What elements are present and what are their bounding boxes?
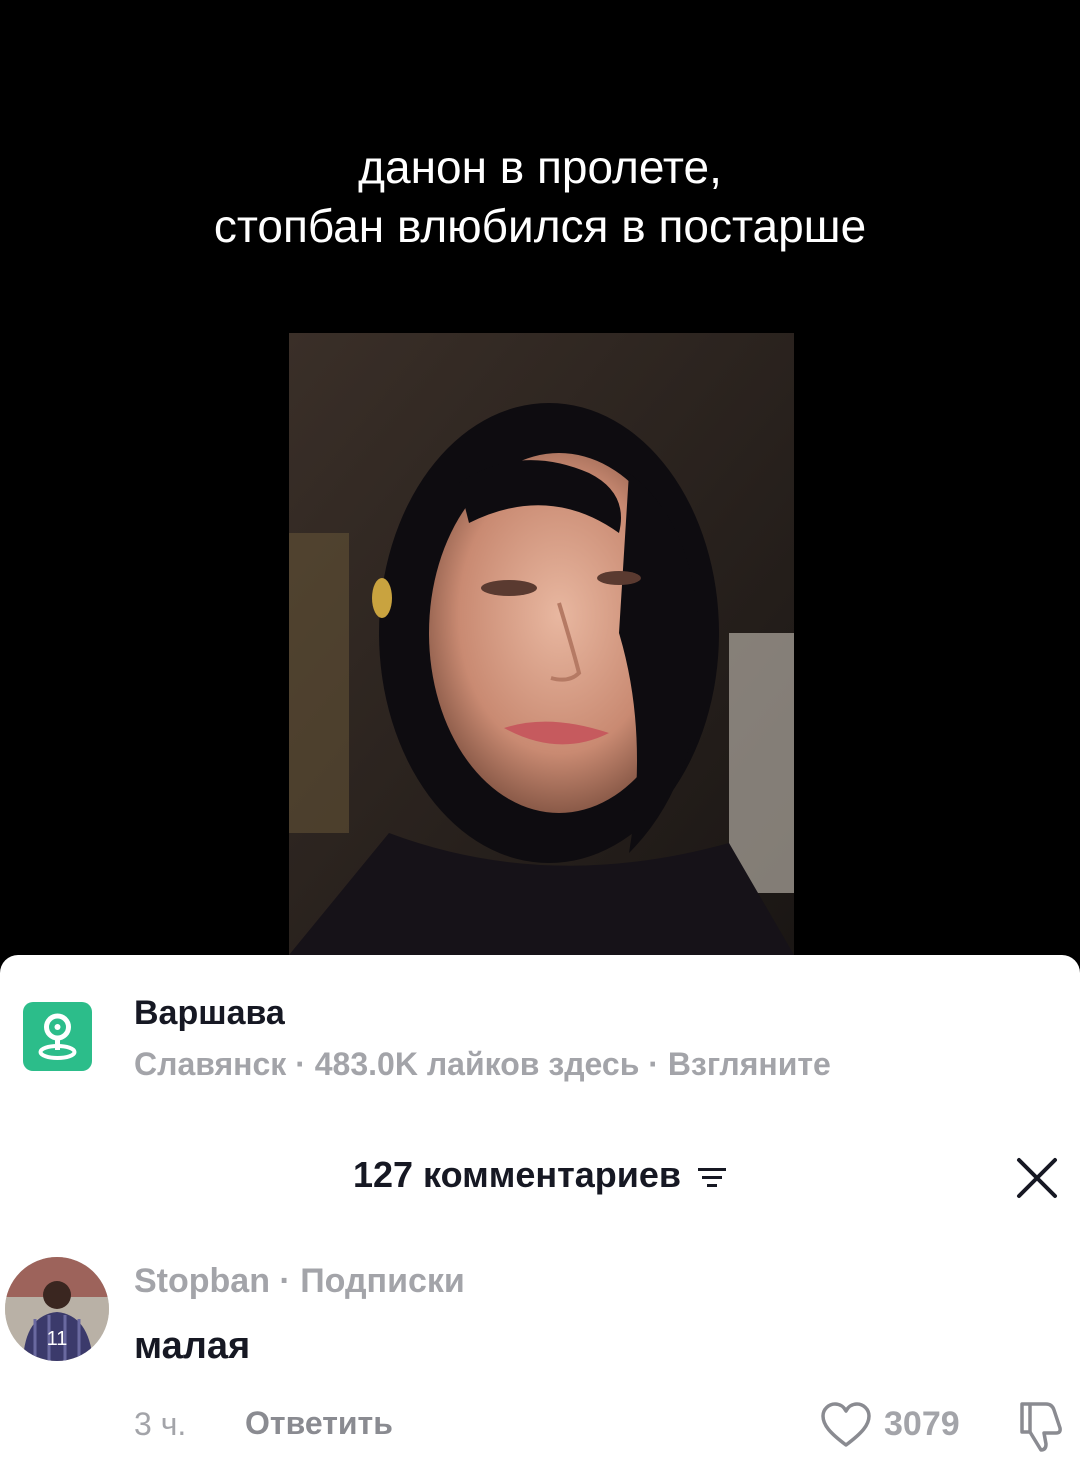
comment-time: 3 ч. [134,1406,187,1442]
location-subtitle[interactable]: Славянск · 483.0K лайков здесь · Взгляни… [134,1046,831,1083]
location-title[interactable]: Варшава [134,994,285,1033]
heart-icon[interactable] [820,1401,872,1449]
video-caption: данон в пролете, стопбан влюбился в пост… [0,138,1080,256]
comments-count-header: 127 комментариев [0,1154,1080,1198]
caption-line-2: стопбан влюбился в постарше [213,200,867,252]
reply-button[interactable]: Ответить [245,1405,393,1442]
comment-text: малая [134,1325,251,1367]
video-frame[interactable] [289,333,794,955]
dislike-icon[interactable] [1016,1398,1068,1454]
filter-icon[interactable] [697,1156,727,1198]
video-image [289,333,794,955]
close-icon[interactable] [1014,1155,1060,1201]
svg-text:11: 11 [47,1328,68,1350]
comments-count: 127 комментариев [352,1154,682,1195]
comment-author[interactable]: Stopban · Подписки [134,1262,465,1301]
avatar[interactable]: 11 [5,1257,109,1361]
like-count: 3079 [884,1405,960,1443]
caption-line-1: данон в пролете, [358,141,722,193]
location-pin-icon[interactable] [23,1002,92,1071]
